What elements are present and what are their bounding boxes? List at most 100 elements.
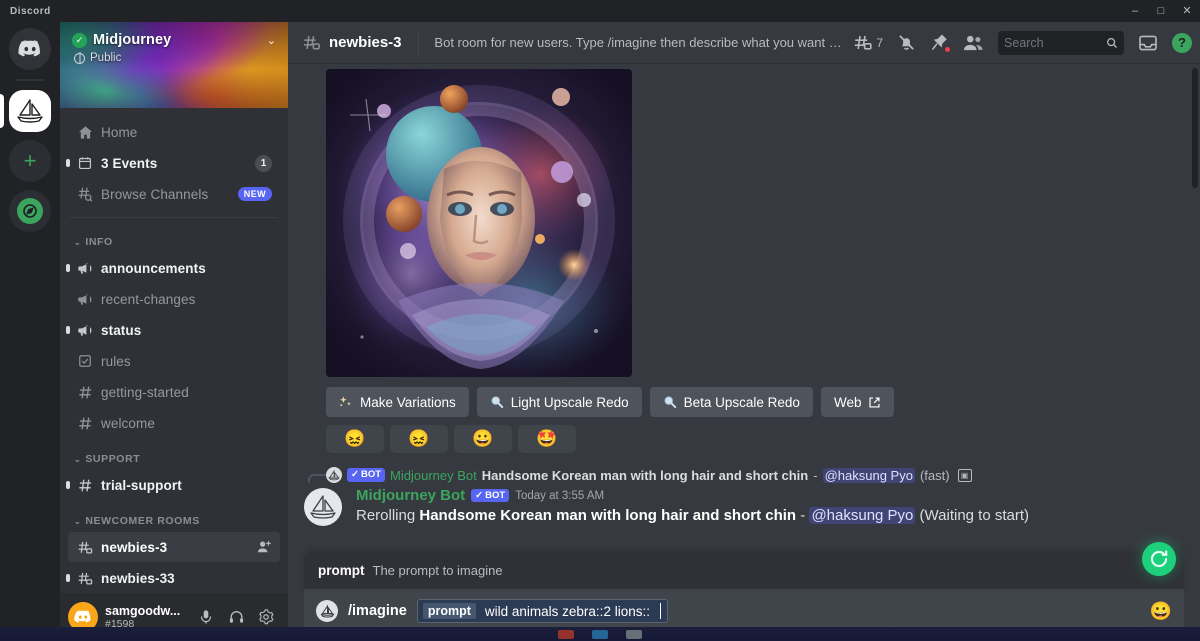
hash-icon <box>76 478 94 493</box>
server-banner[interactable]: ✓ Midjourney ⌄ Public <box>60 22 288 108</box>
reply-author: Midjourney Bot <box>390 467 477 483</box>
command-autocomplete[interactable]: prompt The prompt to imagine <box>304 542 1184 589</box>
add-server-button[interactable]: + <box>9 140 51 182</box>
plus-icon: + <box>23 148 37 173</box>
chevron-down-icon[interactable]: ⌄ <box>267 34 276 47</box>
announcement-icon <box>76 261 94 276</box>
search-input[interactable] <box>1004 35 1102 50</box>
reaction-button[interactable]: 😖 <box>390 425 448 453</box>
thread-count: 7 <box>876 35 883 50</box>
category-newcomer-rooms[interactable]: ⌄ NEWCOMER ROOMS <box>60 501 288 531</box>
notification-mute-icon[interactable] <box>897 33 916 52</box>
search-box[interactable] <box>998 30 1124 55</box>
autocomplete-param-name: prompt <box>318 563 365 578</box>
pin-notification-dot <box>944 46 951 53</box>
bot-badge: ✓ BOT <box>471 488 510 503</box>
button-label: Light Upscale Redo <box>510 394 629 410</box>
reaction-button[interactable]: 🤩 <box>518 425 576 453</box>
unread-indicator <box>66 481 70 489</box>
sidebar-item-home[interactable]: Home <box>68 117 280 147</box>
sidebar-item-getting-started[interactable]: getting-started <box>68 377 280 407</box>
message-scrollbar[interactable] <box>1192 68 1198 188</box>
pinned-messages-icon[interactable] <box>930 33 951 53</box>
hash-threads-icon <box>302 34 321 52</box>
calendar-icon <box>76 156 94 170</box>
inbox-icon[interactable] <box>1138 34 1158 52</box>
title-bar: Discord – □ ✕ <box>0 0 1200 22</box>
threads-icon[interactable]: 7 <box>853 34 883 52</box>
avatar[interactable] <box>304 488 342 526</box>
generated-image[interactable] <box>326 69 632 377</box>
help-icon[interactable]: ? <box>1172 32 1192 53</box>
slash-command-name: /imagine <box>348 603 407 619</box>
message-timestamp: Today at 3:55 AM <box>515 489 605 502</box>
unread-indicator <box>66 326 70 334</box>
taskbar-item[interactable] <box>592 629 608 639</box>
message-action-buttons: Make Variations Light Upscale Redo Beta … <box>288 377 1188 417</box>
server-header[interactable]: ✓ Midjourney ⌄ Public <box>60 22 288 108</box>
reaction-button[interactable]: 😖 <box>326 425 384 453</box>
server-name-row: ✓ Midjourney ⌄ <box>72 32 276 48</box>
taskbar-item[interactable] <box>558 629 574 639</box>
username: samgoodw... <box>105 603 181 618</box>
chat-header: newbies-3 Bot room for new users. Type /… <box>288 22 1200 63</box>
maximize-button[interactable]: □ <box>1148 0 1174 22</box>
refresh-icon <box>1150 550 1168 568</box>
light-upscale-redo-button[interactable]: Light Upscale Redo <box>476 387 642 417</box>
home-icon <box>76 125 94 140</box>
reply-reference[interactable]: ✓ BOT Midjourney Bot Handsome Korean man … <box>288 453 1188 483</box>
reaction-button[interactable]: 😀 <box>454 425 512 453</box>
message-mention[interactable]: @haksung Pyo <box>809 507 916 524</box>
sidebar-item-rules[interactable]: rules <box>68 346 280 376</box>
sidebar-item-trial-support[interactable]: trial-support <box>66 470 280 500</box>
chevron-down-icon: ⌄ <box>74 237 82 247</box>
channel-label: announcements <box>101 260 206 276</box>
category-support[interactable]: ⌄ SUPPORT <box>60 439 288 469</box>
reply-mention[interactable]: @haksung Pyo <box>822 467 915 483</box>
avatar <box>316 600 338 622</box>
message-author[interactable]: Midjourney Bot <box>356 487 465 504</box>
sidebar-item-recent-changes[interactable]: recent-changes <box>68 284 280 314</box>
invite-member-icon[interactable] <box>257 540 272 554</box>
hash-icon <box>76 385 94 400</box>
midjourney-sailboat-icon <box>310 495 336 519</box>
sidebar-item-newbies-3[interactable]: newbies-3 <box>68 532 280 562</box>
channel-label: trial-support <box>101 477 182 493</box>
os-taskbar[interactable] <box>0 627 1200 641</box>
button-label: Web <box>833 394 862 410</box>
bot-label: BOT <box>485 489 506 501</box>
sidebar-item-status[interactable]: status <box>66 315 280 345</box>
server-icon-midjourney[interactable] <box>9 90 51 132</box>
refresh-button[interactable] <box>1142 542 1176 576</box>
taskbar-item[interactable] <box>626 629 642 639</box>
sidebar-item-announcements[interactable]: announcements <box>66 253 280 283</box>
beta-upscale-redo-button[interactable]: Beta Upscale Redo <box>649 387 813 417</box>
server-privacy-label: Public <box>90 52 122 64</box>
sidebar-item-newbies-33[interactable]: newbies-33 <box>66 563 280 593</box>
reply-suffix: (fast) <box>919 467 950 483</box>
emoji-picker-button[interactable]: 😀 <box>1150 601 1172 622</box>
window-controls: – □ ✕ <box>1122 0 1200 22</box>
category-info[interactable]: ⌄ INFO <box>60 222 288 252</box>
reply-prompt: Handsome Korean man with long hair and s… <box>481 467 809 483</box>
member-list-icon[interactable] <box>963 34 984 52</box>
sidebar-item-events[interactable]: 3 Events 1 <box>66 148 280 178</box>
avatar <box>326 467 342 483</box>
sidebar-item-browse-channels[interactable]: Browse Channels NEW <box>68 179 280 209</box>
explore-servers-button[interactable] <box>9 190 51 232</box>
close-button[interactable]: ✕ <box>1174 0 1200 22</box>
discord-home-button[interactable] <box>9 28 51 70</box>
web-button[interactable]: Web <box>820 387 895 417</box>
verified-check-icon: ✓ <box>475 489 484 501</box>
midjourney-sailboat-icon <box>319 604 335 617</box>
make-variations-button[interactable]: Make Variations <box>326 387 469 417</box>
channel-list: Home 3 Events 1 Browse Channels NEW ⌄ IN… <box>60 108 288 593</box>
sidebar-item-welcome[interactable]: welcome <box>68 408 280 438</box>
command-param-pill[interactable]: prompt wild animals zebra::2 lions:: <box>416 599 669 623</box>
channel-sidebar: ✓ Midjourney ⌄ Public Home 3 Events 1 Br… <box>60 22 288 641</box>
minimize-button[interactable]: – <box>1122 0 1148 22</box>
generated-image-container[interactable] <box>288 63 1188 377</box>
new-badge: NEW <box>237 187 272 201</box>
discord-logo-icon <box>18 40 40 57</box>
channel-label: recent-changes <box>101 291 196 307</box>
